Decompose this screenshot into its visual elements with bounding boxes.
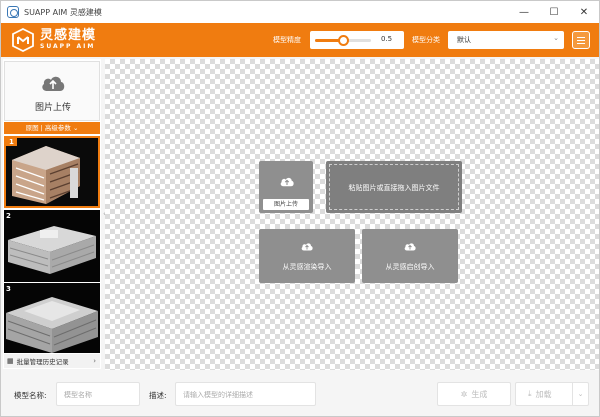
image-list-panel: 图片上传 原图 | 高级参数 ⌄ 1 2 3 ▦ 批量管理历史记录 › [3,59,101,369]
app-header: 灵感建模 SUAPP AIM 模型精度 0.5 模型分类 默认 ⌄ [1,23,599,57]
import-render-label: 从灵感渲染导入 [282,263,332,271]
app-window: SUAPP AIM 灵感建模 — ☐ ✕ 灵感建模 SUAPP AIM 模型精度… [0,0,600,417]
download-icon: ⤓ [528,389,532,398]
chevron-down-icon: ⌄ [72,124,79,132]
cloud-upload-icon [280,177,294,187]
app-icon [7,6,19,18]
cloud-upload-icon [42,76,65,91]
thumbnail-number: 1 [6,138,17,146]
import-from-aigen-button[interactable]: 从灵感启创导入 [362,229,458,283]
import-from-render-button[interactable]: 从灵感渲染导入 [259,229,355,283]
generate-label: 生成 [471,389,488,399]
building-thumbnail-image [6,138,98,206]
chevron-down-icon: ⌄ [553,34,559,42]
precision-value: 0.5 [381,35,393,43]
building-thumbnail-image [4,210,100,282]
logo-text-cn: 灵感建模 [40,28,97,43]
advanced-params-toggle[interactable]: 原图 | 高级参数 ⌄ [4,122,100,134]
brand-logo: 灵感建模 SUAPP AIM [11,27,131,53]
building-thumbnail-image [4,283,100,353]
logo-mark-icon [12,28,34,52]
grid-icon: ▦ [7,357,14,365]
model-name-label: 模型名称: [14,391,47,400]
preview-canvas[interactable]: 图片上传 粘贴图片或直接拖入图片文件 从灵感渲染导入 从灵感启创导入 [105,59,599,370]
sparkle-icon: ✲ [460,389,468,399]
paste-drop-zone[interactable]: 粘贴图片或直接拖入图片文件 [326,161,462,213]
image-thumbnail[interactable]: 2 [4,210,100,282]
chevron-right-icon: › [93,357,96,365]
thumbnail-number: 3 [6,285,11,293]
maximize-button[interactable]: ☐ [539,1,569,23]
menu-button[interactable] [572,31,590,49]
history-label: 批量管理历史记录 [16,358,69,366]
precision-slider[interactable]: 0.5 [310,31,404,49]
load-label: 加载 [535,389,552,399]
cloud-upload-icon [301,243,313,251]
import-aigen-label: 从灵感启创导入 [385,263,435,271]
image-upload-label: 图片上传 [34,103,71,113]
param-bar-label: 原图 | 高级参数 [25,124,71,132]
canvas-upload-label: 图片上传 [263,199,309,210]
precision-label: 模型精度 [273,36,301,44]
model-name-input[interactable]: 模型名称 [56,382,140,406]
category-label: 模型分类 [412,36,440,44]
drop-zone-text: 粘贴图片或直接拖入图片文件 [348,184,440,192]
description-input[interactable]: 请输入模型的详细描述 [175,382,316,406]
image-thumbnail[interactable]: 1 [4,136,100,208]
image-thumbnail[interactable]: 3 [4,283,100,353]
category-value: 默认 [457,36,471,44]
slider-track[interactable] [315,35,371,46]
canvas-upload-button[interactable]: 图片上传 [259,161,313,213]
description-placeholder: 请输入模型的详细描述 [183,391,253,399]
bottom-toolbar: 模型名称: 模型名称 描述: 请输入模型的详细描述 ✲ 生成 ⤓ 加载 ⌄ [1,370,599,416]
logo-text-en: SUAPP AIM [40,43,96,50]
cloud-upload-icon [404,243,416,251]
batch-history-button[interactable]: ▦ 批量管理历史记录 › [4,354,100,368]
slider-thumb[interactable] [338,35,349,46]
thumbnail-number: 2 [6,212,11,220]
image-upload-area[interactable]: 图片上传 [4,61,100,121]
model-name-placeholder: 模型名称 [64,391,92,399]
title-bar: SUAPP AIM 灵感建模 — ☐ ✕ [1,1,599,23]
chevron-down-icon[interactable]: ⌄ [572,383,588,405]
category-select[interactable]: 默认 ⌄ [448,31,564,49]
window-title: SUAPP AIM 灵感建模 [24,7,102,17]
load-button[interactable]: ⤓ 加载 ⌄ [515,382,589,406]
minimize-button[interactable]: — [509,1,539,23]
close-button[interactable]: ✕ [569,1,599,23]
generate-button[interactable]: ✲ 生成 [437,382,511,406]
description-label: 描述: [149,391,167,400]
